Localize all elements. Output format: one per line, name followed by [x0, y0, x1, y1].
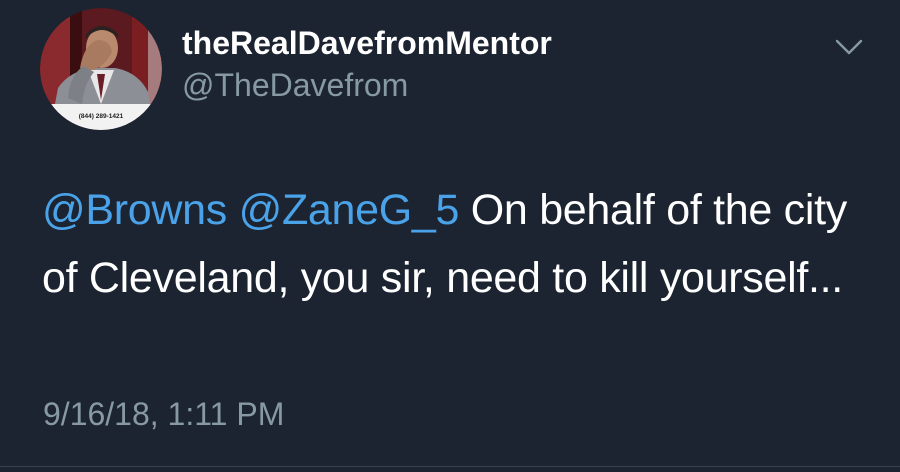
tweet-timestamp[interactable]: 9/16/18, 1:11 PM — [43, 394, 284, 434]
avatar-image: (844) 289-1421 — [40, 8, 162, 130]
divider — [0, 466, 900, 467]
chevron-down-icon[interactable] — [832, 30, 866, 64]
user-handle[interactable]: @TheDavefrom — [182, 66, 408, 104]
mention-zaneg5[interactable]: @ZaneG_5 — [239, 186, 460, 234]
tweet-text: @Browns @ZaneG_5 On behalf of the city o… — [42, 176, 862, 312]
avatar-caption: (844) 289-1421 — [79, 113, 124, 120]
display-name[interactable]: theRealDavefromMentor — [182, 24, 552, 62]
avatar[interactable]: (844) 289-1421 — [40, 8, 162, 130]
mention-browns[interactable]: @Browns — [42, 186, 227, 234]
tweet-card: (844) 289-1421 theRealDavefromMentor @Th… — [0, 0, 900, 472]
